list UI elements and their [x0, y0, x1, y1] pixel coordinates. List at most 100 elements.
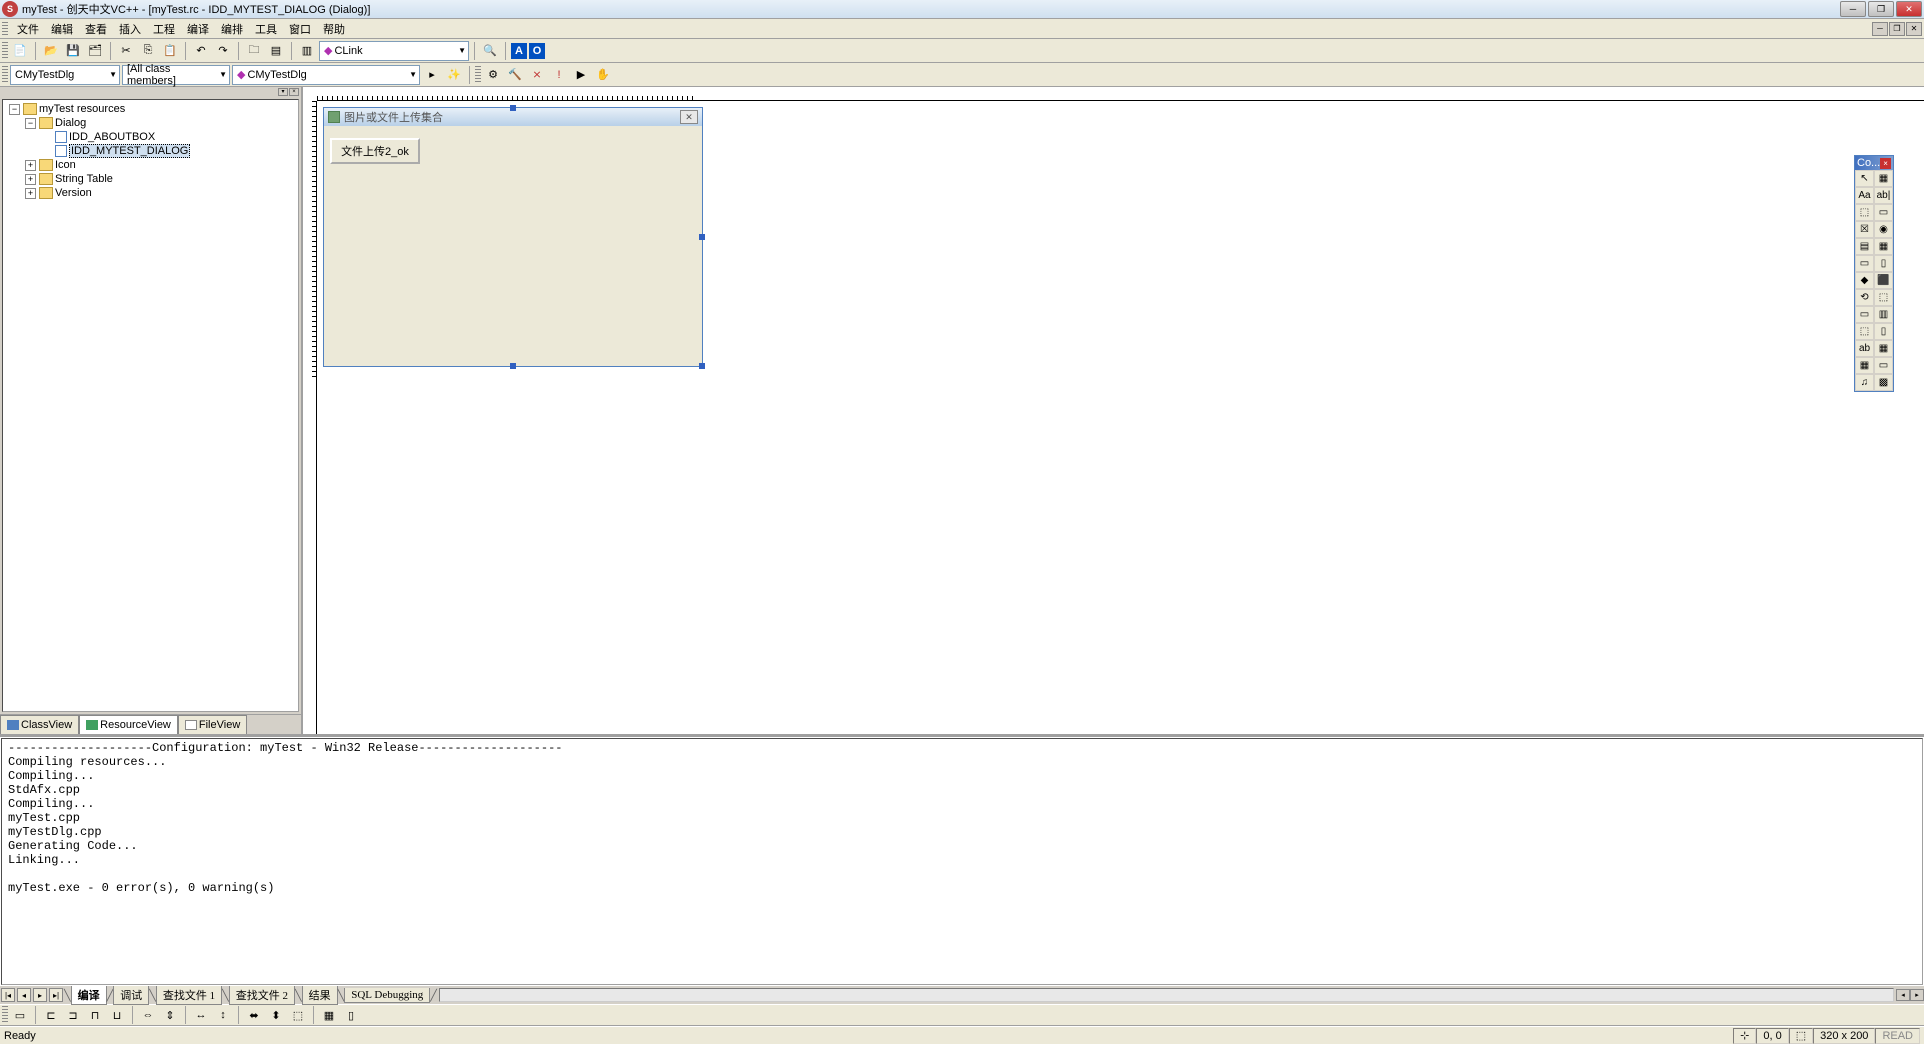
output-text[interactable]: --------------------Configuration: myTes… — [1, 738, 1923, 985]
toggle-o-button[interactable]: O — [529, 43, 545, 59]
tree-toggle[interactable]: + — [25, 174, 36, 185]
panel-float-icon[interactable]: ▾ — [278, 88, 288, 96]
center-h-icon[interactable]: ⇔ — [138, 1005, 158, 1025]
dialog-preview[interactable]: 图片或文件上传集合 ✕ 文件上传2_ok — [323, 107, 703, 367]
cut-icon[interactable]: ✂ — [116, 41, 136, 61]
palette-tool-4[interactable]: ⬚ — [1855, 204, 1874, 221]
menu-window[interactable]: 窗口 — [283, 19, 317, 39]
tree-icon-folder[interactable]: Icon — [55, 159, 76, 171]
palette-tool-7[interactable]: ◉ — [1874, 221, 1893, 238]
resource-tree[interactable]: −myTest resources −Dialog IDD_ABOUTBOX I… — [2, 99, 299, 712]
tree-toggle[interactable]: − — [9, 104, 20, 115]
output-nav-last[interactable]: ▸| — [49, 988, 63, 1002]
class-combo[interactable]: CMyTestDlg — [10, 65, 120, 85]
tab-resourceview[interactable]: ResourceView — [79, 715, 178, 734]
window-list-icon[interactable]: ▥ — [297, 41, 317, 61]
palette-tool-1[interactable]: ▦ — [1874, 170, 1893, 187]
build-icon[interactable]: 🔨 — [505, 65, 525, 85]
toggle-a-button[interactable]: A — [511, 43, 527, 59]
palette-tool-14[interactable]: ⟲ — [1855, 289, 1874, 306]
palette-title[interactable]: Co... × — [1855, 156, 1893, 170]
palette-tool-18[interactable]: ⬚ — [1855, 323, 1874, 340]
tab-fileview[interactable]: FileView — [178, 715, 247, 734]
dialog-preview-button[interactable]: 文件上传2_ok — [330, 138, 420, 164]
same-height-icon[interactable]: ⬍ — [266, 1005, 286, 1025]
palette-tool-2[interactable]: Aa — [1855, 187, 1874, 204]
output-scroll-left[interactable]: ◂ — [1896, 989, 1910, 1001]
palette-tool-16[interactable]: ▭ — [1855, 306, 1874, 323]
output-tab-debug[interactable]: 调试 — [113, 986, 149, 1005]
wizard-icon[interactable]: ✨ — [444, 65, 464, 85]
align-left-icon[interactable]: ⊏ — [41, 1005, 61, 1025]
palette-tool-22[interactable]: ▦ — [1855, 357, 1874, 374]
tree-dialog-folder[interactable]: Dialog — [55, 117, 86, 129]
palette-tool-3[interactable]: ab| — [1874, 187, 1893, 204]
breakpoint-icon[interactable]: ✋ — [593, 65, 613, 85]
workspace-icon[interactable]: 🗀 — [244, 41, 264, 61]
tab-classview[interactable]: ClassView — [0, 715, 79, 734]
panel-close-icon[interactable]: × — [289, 88, 299, 96]
output-icon[interactable]: ▤ — [266, 41, 286, 61]
menu-layout[interactable]: 编排 — [215, 19, 249, 39]
undo-icon[interactable]: ↶ — [191, 41, 211, 61]
menu-view[interactable]: 查看 — [79, 19, 113, 39]
compile-icon[interactable]: ⚙ — [483, 65, 503, 85]
toolbar-grip[interactable] — [2, 42, 8, 60]
paste-icon[interactable]: 📋 — [160, 41, 180, 61]
output-nav-next[interactable]: ▸ — [33, 988, 47, 1002]
palette-tool-19[interactable]: ▯ — [1874, 323, 1893, 340]
tree-root[interactable]: myTest resources — [39, 103, 125, 115]
toggle-guides-icon[interactable]: ▯ — [341, 1005, 361, 1025]
space-across-icon[interactable]: ↔ — [191, 1005, 211, 1025]
output-tab-sql[interactable]: SQL Debugging — [344, 988, 430, 1003]
redo-icon[interactable]: ↷ — [213, 41, 233, 61]
output-tab-results[interactable]: 结果 — [302, 986, 338, 1005]
output-nav-prev[interactable]: ◂ — [17, 988, 31, 1002]
tree-toggle[interactable]: − — [25, 118, 36, 129]
menu-build[interactable]: 编译 — [181, 19, 215, 39]
palette-tool-0[interactable]: ↖ — [1855, 170, 1874, 187]
palette-close-icon[interactable]: × — [1880, 158, 1891, 169]
menu-grip[interactable] — [2, 22, 8, 36]
tree-item-mytest-dialog[interactable]: IDD_MYTEST_DIALOG — [69, 144, 190, 158]
open-file-icon[interactable]: 📂 — [41, 41, 61, 61]
menu-project[interactable]: 工程 — [147, 19, 181, 39]
output-tab-build[interactable]: 编译 — [71, 986, 107, 1005]
dialog-preview-close-icon[interactable]: ✕ — [680, 110, 698, 124]
output-scroll-right[interactable]: ▸ — [1910, 989, 1924, 1001]
find-icon[interactable]: 🔍 — [480, 41, 500, 61]
selection-handle[interactable] — [510, 363, 516, 369]
tree-item-aboutbox[interactable]: IDD_ABOUTBOX — [69, 131, 155, 143]
center-v-icon[interactable]: ⇕ — [160, 1005, 180, 1025]
output-nav-first[interactable]: |◂ — [1, 988, 15, 1002]
palette-tool-17[interactable]: ▥ — [1874, 306, 1893, 323]
palette-tool-13[interactable]: ⬛ — [1874, 272, 1893, 289]
toolbar-grip-2[interactable] — [2, 66, 8, 84]
palette-tool-8[interactable]: ▤ — [1855, 238, 1874, 255]
palette-tool-20[interactable]: ab — [1855, 340, 1874, 357]
tree-toggle[interactable]: + — [25, 160, 36, 171]
copy-icon[interactable]: ⎘ — [138, 41, 158, 61]
space-down-icon[interactable]: ↕ — [213, 1005, 233, 1025]
mdi-minimize[interactable]: ─ — [1872, 22, 1888, 36]
palette-tool-9[interactable]: ▦ — [1874, 238, 1893, 255]
selection-handle[interactable] — [510, 105, 516, 111]
align-top-icon[interactable]: ⊓ — [85, 1005, 105, 1025]
palette-tool-23[interactable]: ▭ — [1874, 357, 1893, 374]
save-all-icon[interactable]: 🗂 — [85, 41, 105, 61]
close-button[interactable]: ✕ — [1896, 1, 1922, 17]
palette-tool-11[interactable]: ▯ — [1874, 255, 1893, 272]
palette-tool-21[interactable]: ▦ — [1874, 340, 1893, 357]
go-icon[interactable]: ▸ — [422, 65, 442, 85]
selection-handle[interactable] — [699, 363, 705, 369]
same-size-icon[interactable]: ⬚ — [288, 1005, 308, 1025]
toolbar-grip-4[interactable] — [2, 1006, 8, 1024]
test-dialog-icon[interactable]: ▭ — [10, 1005, 30, 1025]
palette-tool-12[interactable]: ◆ — [1855, 272, 1874, 289]
menu-insert[interactable]: 插入 — [113, 19, 147, 39]
stop-build-icon[interactable]: ⨯ — [527, 65, 547, 85]
go-debug-icon[interactable]: ▶ — [571, 65, 591, 85]
minimize-button[interactable]: ─ — [1840, 1, 1866, 17]
new-file-icon[interactable]: 📄 — [10, 41, 30, 61]
output-tab-find2[interactable]: 查找文件 2 — [229, 986, 295, 1005]
